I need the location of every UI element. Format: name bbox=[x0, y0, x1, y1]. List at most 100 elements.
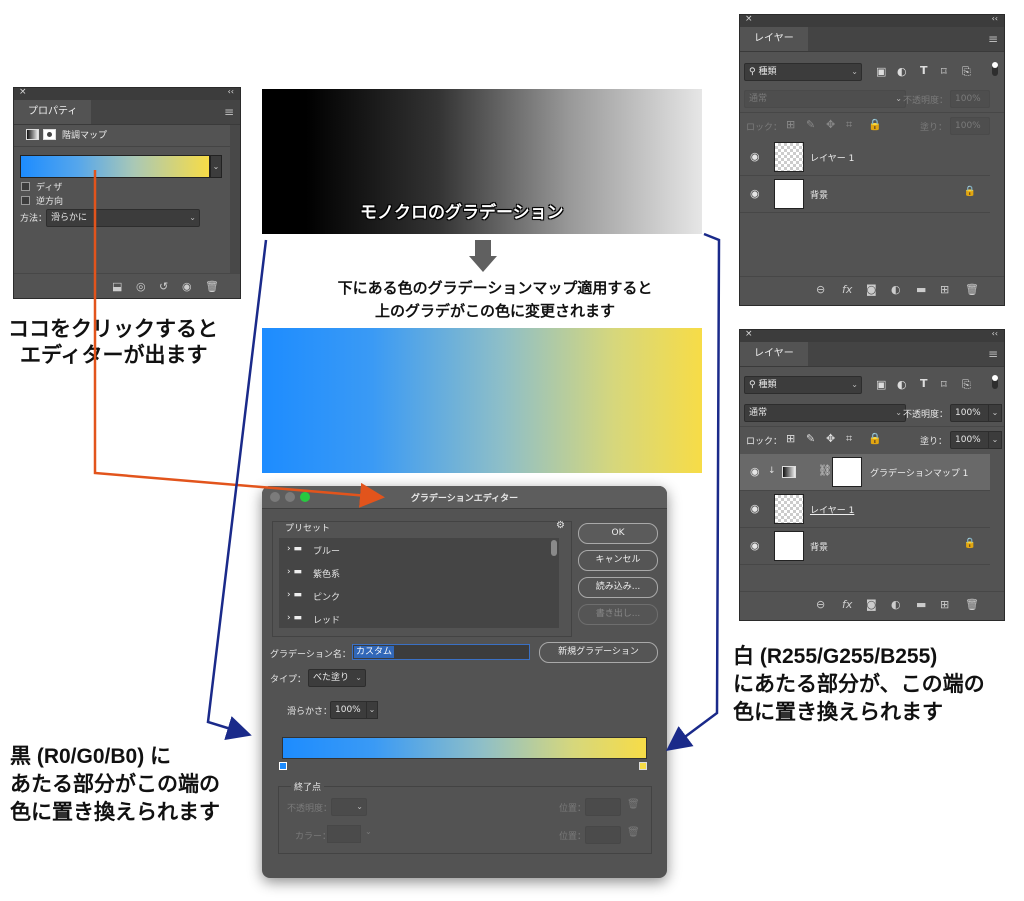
reset-icon[interactable]: ↺ bbox=[159, 280, 168, 293]
export-button[interactable]: 書き出し... bbox=[578, 604, 658, 625]
adjustment-filter-icon[interactable]: ◐ bbox=[897, 65, 907, 78]
lock-all-icon[interactable]: 🔒 bbox=[868, 118, 882, 131]
trash-icon[interactable]: 🗑 bbox=[965, 283, 979, 296]
eye-icon[interactable]: ◉ bbox=[182, 280, 192, 293]
new-layer-icon[interactable]: ⊞ bbox=[940, 283, 949, 296]
shape-filter-icon[interactable]: ⌑ bbox=[941, 378, 947, 391]
adjustment-filter-icon[interactable]: ◐ bbox=[897, 378, 907, 391]
filter-toggle[interactable] bbox=[992, 375, 998, 389]
layer-row[interactable]: ◉ 背景 🔒 bbox=[740, 528, 990, 565]
presets-gear-icon[interactable]: ⚙ bbox=[556, 520, 565, 531]
smoothness-dropdown[interactable]: ⌄ bbox=[366, 701, 378, 719]
add-mask-icon[interactable]: ◙ bbox=[866, 283, 877, 296]
collapse-icon[interactable]: ‹‹ bbox=[992, 329, 998, 338]
layer-row[interactable]: ◉ レイヤー 1 bbox=[740, 491, 990, 528]
lock-all-icon[interactable]: 🔒 bbox=[868, 432, 882, 445]
new-layer-icon[interactable]: ⊞ bbox=[940, 598, 949, 611]
clip-icon[interactable]: ⬓ bbox=[112, 280, 122, 293]
group-icon[interactable]: ▬ bbox=[916, 283, 926, 296]
eye-icon[interactable]: ◉ bbox=[750, 150, 760, 163]
shape-filter-icon[interactable]: ⌑ bbox=[941, 65, 947, 78]
chain-icon[interactable]: ⛓ bbox=[818, 464, 832, 477]
layer-kind-filter[interactable]: ⚲ 種類 ⌄ bbox=[744, 376, 862, 394]
adjustment-layer-icon[interactable]: ◐ bbox=[891, 598, 901, 611]
opacity-field[interactable]: 100% bbox=[950, 90, 990, 108]
presets-scrollbar[interactable] bbox=[551, 540, 557, 556]
group-icon[interactable]: ▬ bbox=[916, 598, 926, 611]
ok-button[interactable]: OK bbox=[578, 523, 658, 544]
opacity-location-field[interactable] bbox=[585, 798, 621, 816]
layer-row-selected[interactable]: ◉ ↓ ⛓ グラデーションマップ 1 bbox=[740, 454, 990, 491]
mask-icon[interactable] bbox=[43, 129, 56, 140]
panel-menu-icon[interactable]: ≡ bbox=[988, 347, 998, 361]
eye-icon[interactable]: ◉ bbox=[750, 465, 760, 478]
collapse-icon[interactable]: ‹‹ bbox=[992, 14, 998, 23]
collapse-icon[interactable]: ‹‹ bbox=[228, 87, 234, 96]
layer-kind-filter[interactable]: ⚲ 種類 ⌄ bbox=[744, 63, 862, 81]
smoothness-field[interactable]: 100% bbox=[330, 701, 368, 719]
eye-icon[interactable]: ◉ bbox=[750, 539, 760, 552]
fx-icon[interactable]: fx bbox=[842, 598, 852, 611]
type-filter-icon[interactable]: T bbox=[920, 64, 928, 77]
add-mask-icon[interactable]: ◙ bbox=[866, 598, 877, 611]
image-filter-icon[interactable]: ▣ bbox=[876, 378, 886, 391]
image-filter-icon[interactable]: ▣ bbox=[876, 65, 886, 78]
visibility-prev-icon[interactable]: ◎ bbox=[136, 280, 146, 293]
preset-folder[interactable]: › ▬ レッド bbox=[279, 607, 549, 628]
name-input[interactable]: カスタム bbox=[352, 644, 530, 660]
opacity-delete-icon[interactable]: 🗑 bbox=[627, 799, 640, 810]
lock-move-icon[interactable]: ✥ bbox=[826, 118, 835, 131]
lock-artboard-icon[interactable]: ⌗ bbox=[846, 432, 852, 446]
link-icon[interactable]: ⊖ bbox=[816, 283, 825, 296]
lock-brush-icon[interactable]: ✎ bbox=[806, 432, 815, 445]
lock-brush-icon[interactable]: ✎ bbox=[806, 118, 815, 131]
lock-pixels-icon[interactable]: ⊞ bbox=[786, 118, 795, 131]
layer-row[interactable]: ◉ 背景 🔒 bbox=[740, 176, 990, 213]
reverse-checkbox[interactable] bbox=[21, 196, 30, 205]
opacity-field[interactable]: 100% bbox=[950, 404, 990, 422]
fill-field[interactable]: 100% bbox=[950, 431, 990, 449]
link-icon[interactable]: ⊖ bbox=[816, 598, 825, 611]
gradient-dropdown[interactable]: ⌄ bbox=[210, 155, 222, 178]
layer-row[interactable]: ◉ レイヤー 1 bbox=[740, 139, 990, 176]
adjustment-layer-icon[interactable]: ◐ bbox=[891, 283, 901, 296]
color-location-field[interactable] bbox=[585, 826, 621, 844]
method-select[interactable]: 滑らかに ⌄ bbox=[46, 209, 200, 227]
new-gradient-button[interactable]: 新規グラデーション bbox=[539, 642, 658, 663]
smart-object-filter-icon[interactable]: ⎘ bbox=[962, 378, 971, 392]
blend-mode-select[interactable]: 通常 ⌄ bbox=[744, 404, 906, 422]
panel-menu-icon[interactable]: ≡ bbox=[988, 32, 998, 46]
dither-checkbox[interactable] bbox=[21, 182, 30, 191]
tab-properties[interactable]: プロパティ bbox=[14, 100, 92, 124]
tab-layers[interactable]: レイヤー bbox=[740, 342, 808, 366]
eye-icon[interactable]: ◉ bbox=[750, 187, 760, 200]
fill-field[interactable]: 100% bbox=[950, 117, 990, 135]
filter-toggle[interactable] bbox=[992, 62, 998, 76]
lock-move-icon[interactable]: ✥ bbox=[826, 432, 835, 445]
panel-scrollbar[interactable] bbox=[230, 125, 240, 273]
type-filter-icon[interactable]: T bbox=[920, 377, 928, 390]
stop-color-swatch[interactable] bbox=[327, 825, 361, 843]
stop-opacity-field[interactable]: ⌄ bbox=[331, 798, 367, 816]
gradient-swatch[interactable] bbox=[20, 155, 210, 178]
blend-mode-select[interactable]: 通常 ⌄ bbox=[744, 90, 906, 108]
load-button[interactable]: 読み込み... bbox=[578, 577, 658, 598]
preset-folder[interactable]: › ▬ 紫色系 bbox=[279, 561, 549, 583]
type-select[interactable]: べた塗り ⌄ bbox=[308, 669, 366, 687]
fx-icon[interactable]: fx bbox=[842, 283, 852, 296]
smart-object-filter-icon[interactable]: ⎘ bbox=[962, 65, 971, 79]
trash-icon[interactable]: 🗑 bbox=[205, 280, 219, 293]
color-stop-start[interactable] bbox=[279, 762, 287, 770]
panel-menu-icon[interactable]: ≡ bbox=[224, 105, 234, 119]
close-icon[interactable]: × bbox=[745, 14, 753, 24]
lock-artboard-icon[interactable]: ⌗ bbox=[846, 118, 852, 132]
presets-list[interactable]: › ▬ ブルー › ▬ 紫色系 › ▬ ピンク › ▬ レッド bbox=[279, 538, 559, 628]
opacity-dropdown[interactable]: ⌄ bbox=[988, 404, 1002, 422]
color-delete-icon[interactable]: 🗑 bbox=[627, 827, 640, 838]
tab-layers[interactable]: レイヤー bbox=[740, 27, 808, 51]
preset-folder[interactable]: › ▬ ブルー bbox=[279, 538, 549, 560]
gradient-preview-bar[interactable] bbox=[282, 737, 647, 759]
preset-folder[interactable]: › ▬ ピンク bbox=[279, 584, 549, 606]
fill-dropdown[interactable]: ⌄ bbox=[988, 431, 1002, 449]
trash-icon[interactable]: 🗑 bbox=[965, 598, 979, 611]
